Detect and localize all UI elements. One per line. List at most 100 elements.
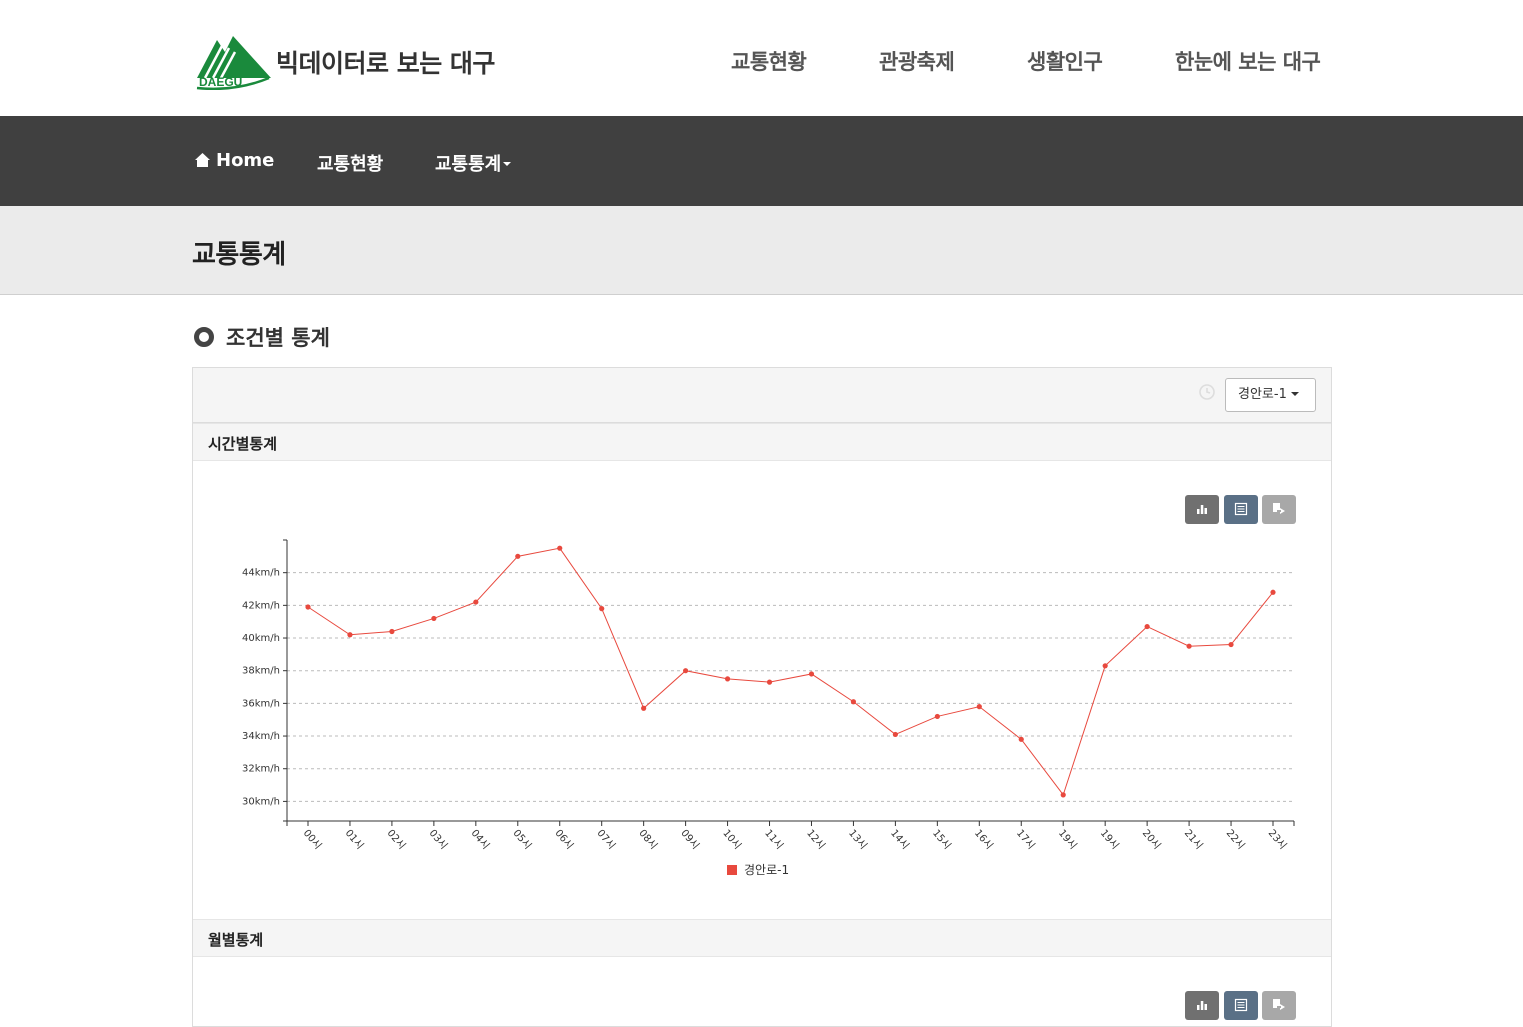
x-tick-label: 03시 (427, 827, 450, 852)
table-icon (1234, 998, 1248, 1012)
chart-legend[interactable]: 경안로-1 (727, 861, 789, 878)
export-icon (1273, 999, 1285, 1010)
x-tick-label: 01시 (343, 827, 366, 852)
x-tick-label: 19시 (1098, 827, 1121, 852)
bar-chart-icon (1197, 505, 1207, 514)
monthly-stats-title: 월별통계 (208, 931, 264, 949)
y-tick-label: 44km/h (242, 568, 280, 579)
data-point (347, 632, 353, 638)
x-tick-label: 14시 (888, 827, 911, 852)
circle-bullet-icon (194, 327, 214, 347)
nav-traffic-stats-label: 교통통계 (435, 154, 502, 175)
x-tick-label: 13시 (846, 827, 869, 852)
top-header: DAEGU 빅데이터로 보는 대구 교통현황 관광축제 생활인구 한눈에 보는 … (0, 0, 1523, 116)
data-point (683, 668, 689, 674)
table-view-button[interactable] (1224, 495, 1258, 524)
topnav-traffic-status[interactable]: 교통현황 (731, 46, 807, 76)
home-icon (195, 151, 210, 172)
nav-traffic-status[interactable]: 교통현황 (317, 150, 383, 176)
data-point (473, 599, 479, 605)
hourly-stats-title: 시간별통계 (208, 435, 278, 453)
data-point (515, 553, 521, 559)
data-point (850, 699, 857, 705)
data-point (599, 606, 605, 612)
x-tick-label: 06시 (552, 827, 575, 852)
x-tick-label: 11시 (762, 827, 785, 852)
data-point (808, 671, 815, 677)
topnav-daegu-at-glance[interactable]: 한눈에 보는 대구 (1175, 46, 1321, 76)
main-navbar: Home 교통현황 교통통계 (0, 116, 1523, 206)
data-point (1228, 641, 1234, 648)
y-tick-label: 40km/h (242, 633, 280, 644)
data-point (305, 604, 311, 610)
x-tick-label: 07시 (594, 827, 617, 852)
x-tick-label: 12시 (804, 827, 827, 852)
x-tick-label: 23시 (1266, 827, 1289, 852)
x-tick-label: 19시 (1056, 827, 1079, 852)
x-tick-label: 10시 (720, 827, 743, 852)
series-line (307, 547, 1274, 796)
data-point (1102, 663, 1108, 669)
logo-text: DAEGU (199, 75, 242, 89)
bar-chart-icon (1197, 1001, 1207, 1010)
data-point (934, 713, 940, 720)
x-tick-label: 00시 (301, 827, 324, 852)
page-header: 교통통계 (0, 206, 1523, 295)
data-point (431, 615, 437, 622)
y-tick-label: 42km/h (242, 600, 280, 611)
data-point (1270, 589, 1276, 595)
data-point (1144, 623, 1150, 630)
topnav-tourism-festival[interactable]: 관광축제 (879, 46, 955, 76)
x-tick-label: 08시 (636, 827, 659, 852)
nav-traffic-stats[interactable]: 교통통계 (435, 150, 512, 176)
data-point (892, 731, 898, 738)
table-icon (1234, 502, 1248, 516)
caret-down-icon (503, 162, 512, 166)
panel-toolbar: 경안로-1 (193, 368, 1331, 423)
legend-label: 경안로-1 (744, 863, 790, 877)
page-title: 교통통계 (192, 240, 286, 270)
data-point (1018, 736, 1024, 742)
y-tick-label: 32km/h (242, 764, 280, 775)
monthly-stats-header: 월별통계 (193, 919, 1331, 957)
hourly-line-chart: 30km/h 32km/h 34km/h 36km/h 38km/h 40km/h 42km… (242, 539, 1295, 852)
export-icon (1273, 503, 1285, 514)
legend-swatch (727, 865, 737, 875)
nav-home-label: Home (216, 150, 275, 171)
data-point (641, 705, 647, 711)
y-tick-label: 38km/h (242, 666, 280, 677)
section-title-label: 조건별 통계 (226, 326, 330, 350)
x-tick-label: 21시 (1182, 827, 1205, 852)
data-point (557, 545, 563, 551)
x-tick-label: 05시 (510, 827, 533, 852)
x-tick-label: 15시 (930, 827, 953, 852)
x-tick-label: 22시 (1224, 827, 1247, 852)
chevron-down-icon (1290, 392, 1299, 396)
site-title[interactable]: 빅데이터로 보는 대구 (276, 44, 495, 80)
road-select-value: 경안로-1 (1238, 387, 1287, 402)
data-point (1186, 643, 1192, 649)
x-tick-label: 17시 (1014, 827, 1037, 852)
y-tick-label: 30km/h (242, 796, 280, 807)
daegu-logo[interactable]: DAEGU (195, 34, 273, 91)
road-select-dropdown[interactable]: 경안로-1 (1225, 378, 1316, 412)
data-point (1060, 792, 1066, 798)
y-tick-label: 34km/h (242, 731, 280, 742)
x-tick-label: 09시 (678, 827, 701, 852)
nav-home[interactable]: Home (195, 150, 274, 172)
data-point (389, 628, 395, 635)
y-tick-label: 36km/h (242, 698, 280, 709)
clock-icon (1198, 383, 1216, 405)
data-point (976, 704, 982, 710)
topnav-living-population[interactable]: 생활인구 (1027, 46, 1103, 76)
data-point (766, 679, 773, 685)
export-button[interactable] (1262, 495, 1296, 524)
section-title: 조건별 통계 (194, 322, 330, 352)
x-tick-label: 04시 (469, 827, 492, 852)
x-tick-label: 20시 (1140, 827, 1163, 852)
hourly-stats-header: 시간별통계 (193, 423, 1331, 461)
x-tick-label: 02시 (385, 827, 408, 852)
data-point (724, 676, 731, 682)
chart-view-button[interactable] (1185, 495, 1219, 524)
x-tick-label: 16시 (972, 827, 995, 852)
